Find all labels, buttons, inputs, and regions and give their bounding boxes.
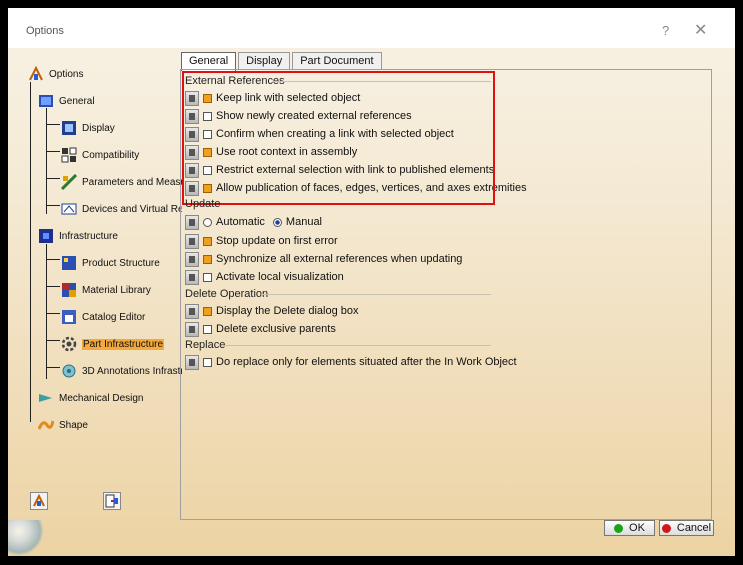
options-root-icon xyxy=(28,65,44,82)
checkbox[interactable] xyxy=(203,306,212,316)
tab-part-document[interactable]: Part Document xyxy=(292,52,382,70)
radio-automatic[interactable] xyxy=(203,217,212,227)
parameters-icon xyxy=(60,173,78,191)
tab-display[interactable]: Display xyxy=(238,52,291,70)
radio-manual[interactable] xyxy=(272,217,282,227)
checkbox[interactable] xyxy=(203,254,212,264)
tree-item-options[interactable]: Options xyxy=(28,64,83,84)
ok-label: OK xyxy=(629,522,645,534)
tree-item-part-infrastructure[interactable]: Part Infrastructure xyxy=(61,334,165,354)
option-delete-exclusive-parents[interactable]: Delete exclusive parents xyxy=(185,320,336,338)
options-dialog: Options ? ✕ Options General Display Comp… xyxy=(8,8,735,556)
radio-label-manual: Manual xyxy=(285,216,322,228)
ok-dot-icon xyxy=(614,523,624,533)
tab-bar: General Display Part Document xyxy=(181,52,384,71)
tree-item-infrastructure[interactable]: Infrastructure xyxy=(38,226,118,246)
lock-icon[interactable] xyxy=(185,303,199,319)
lock-icon[interactable] xyxy=(185,233,199,249)
cancel-label: Cancel xyxy=(676,522,712,534)
group-update: Update xyxy=(185,198,491,210)
cancel-button[interactable]: Cancel xyxy=(659,520,714,536)
catalog-editor-icon xyxy=(61,309,77,325)
tree-item-general[interactable]: General xyxy=(38,91,95,111)
option-label: Synchronize all external references when… xyxy=(216,253,463,265)
option-stop-update[interactable]: Stop update on first error xyxy=(185,232,338,250)
options-tree: Options General Display Compatibility Pa… xyxy=(22,52,182,526)
update-mode-row: Automatic Manual xyxy=(185,213,322,231)
checkbox[interactable] xyxy=(203,357,212,367)
checkbox[interactable] xyxy=(203,272,212,282)
display-icon xyxy=(61,120,77,136)
checkbox[interactable] xyxy=(203,324,212,334)
compatibility-icon xyxy=(61,147,77,163)
tree-label: Options xyxy=(49,68,84,80)
close-button[interactable]: ✕ xyxy=(694,20,707,40)
tree-label: Mechanical Design xyxy=(59,392,144,404)
tree-label: General xyxy=(59,95,95,107)
tree-label: Display xyxy=(82,122,115,134)
tree-item-devices[interactable]: Devices and Virtual Reali xyxy=(61,199,182,219)
tree-label: Part Infrastructure xyxy=(82,338,165,350)
option-synchronize[interactable]: Synchronize all external references when… xyxy=(185,250,462,268)
tree-item-display[interactable]: Display xyxy=(61,118,115,138)
option-label: Do replace only for elements situated af… xyxy=(216,356,517,368)
option-label: Delete exclusive parents xyxy=(216,323,336,335)
material-library-icon xyxy=(61,282,77,298)
tree-label: Material Library xyxy=(82,284,151,296)
group-delete-operation: Delete Operation xyxy=(185,288,491,300)
section-title: Replace xyxy=(185,339,226,351)
shape-icon xyxy=(37,417,55,433)
lock-icon[interactable] xyxy=(185,251,199,267)
section-title: Update xyxy=(185,198,221,210)
group-replace: Replace xyxy=(185,339,491,351)
tree-label: Compatibility xyxy=(82,149,140,161)
red-highlight-box xyxy=(182,71,495,205)
tree-item-material-library[interactable]: Material Library xyxy=(61,280,151,300)
title-bar: Options ? ✕ xyxy=(8,8,735,48)
lock-icon[interactable] xyxy=(185,269,199,285)
tree-item-3d-annotations[interactable]: 3D Annotations Infrastru xyxy=(61,361,182,381)
tree-item-shape[interactable]: Shape xyxy=(37,415,88,435)
option-local-visualization[interactable]: Activate local visualization xyxy=(185,268,344,286)
tree-item-mechanical-design[interactable]: Mechanical Design xyxy=(38,388,144,408)
help-button[interactable]: ? xyxy=(662,23,669,38)
tree-item-parameters[interactable]: Parameters and Measure xyxy=(60,172,182,192)
product-structure-icon xyxy=(61,255,77,271)
option-label: Activate local visualization xyxy=(216,271,344,283)
mechanical-design-icon xyxy=(38,390,54,406)
section-title: Delete Operation xyxy=(185,288,269,300)
gear-icon xyxy=(61,336,77,352)
tree-label: Parameters and Measure xyxy=(82,176,182,188)
option-label: Display the Delete dialog box xyxy=(216,305,359,317)
cancel-dot-icon xyxy=(661,523,671,533)
reset-icon[interactable] xyxy=(30,492,48,510)
lock-icon[interactable] xyxy=(185,214,199,230)
devices-icon xyxy=(61,201,77,217)
option-display-delete-dialog[interactable]: Display the Delete dialog box xyxy=(185,302,358,320)
tree-item-compatibility[interactable]: Compatibility xyxy=(61,145,139,165)
option-label: Stop update on first error xyxy=(216,235,338,247)
tree-label: Infrastructure xyxy=(59,230,118,242)
tree-item-product-structure[interactable]: Product Structure xyxy=(61,253,160,273)
tree-label: 3D Annotations Infrastru xyxy=(82,365,182,377)
tree-label: Product Structure xyxy=(82,257,160,269)
lock-icon[interactable] xyxy=(185,321,199,337)
tree-label: Shape xyxy=(59,419,88,431)
tree-label: Devices and Virtual Reali xyxy=(82,203,182,215)
tree-label: Catalog Editor xyxy=(82,311,146,323)
import-export-icon[interactable] xyxy=(103,492,121,510)
tree-item-catalog-editor[interactable]: Catalog Editor xyxy=(61,307,145,327)
globe-decoration-icon xyxy=(8,520,44,556)
infrastructure-icon xyxy=(38,228,54,244)
checkbox[interactable] xyxy=(203,236,212,246)
annotations-icon xyxy=(61,363,77,379)
ok-button[interactable]: OK xyxy=(604,520,655,536)
general-icon xyxy=(38,93,54,109)
option-replace-after-iwo[interactable]: Do replace only for elements situated af… xyxy=(185,353,517,371)
radio-label-automatic: Automatic xyxy=(216,216,265,228)
lock-icon[interactable] xyxy=(185,354,199,370)
window-title: Options xyxy=(26,25,64,37)
